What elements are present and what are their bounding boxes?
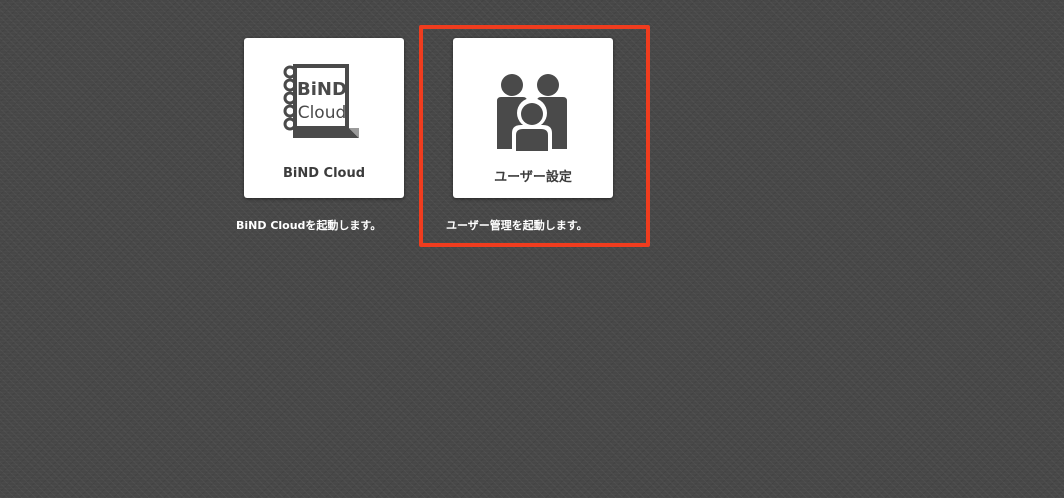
bind-cloud-tile[interactable]: BiND Cloud BiND Cloud (244, 38, 404, 198)
bind-cloud-description: BiND Cloudを起動します。 (236, 219, 382, 232)
logo-text-line-2: Cloud (298, 103, 347, 123)
logo-text-line-1: BiND (297, 79, 347, 100)
bind-cloud-logo-icon: BiND Cloud (244, 58, 404, 150)
highlight-box (419, 25, 650, 247)
bind-cloud-label: BiND Cloud (282, 166, 366, 181)
